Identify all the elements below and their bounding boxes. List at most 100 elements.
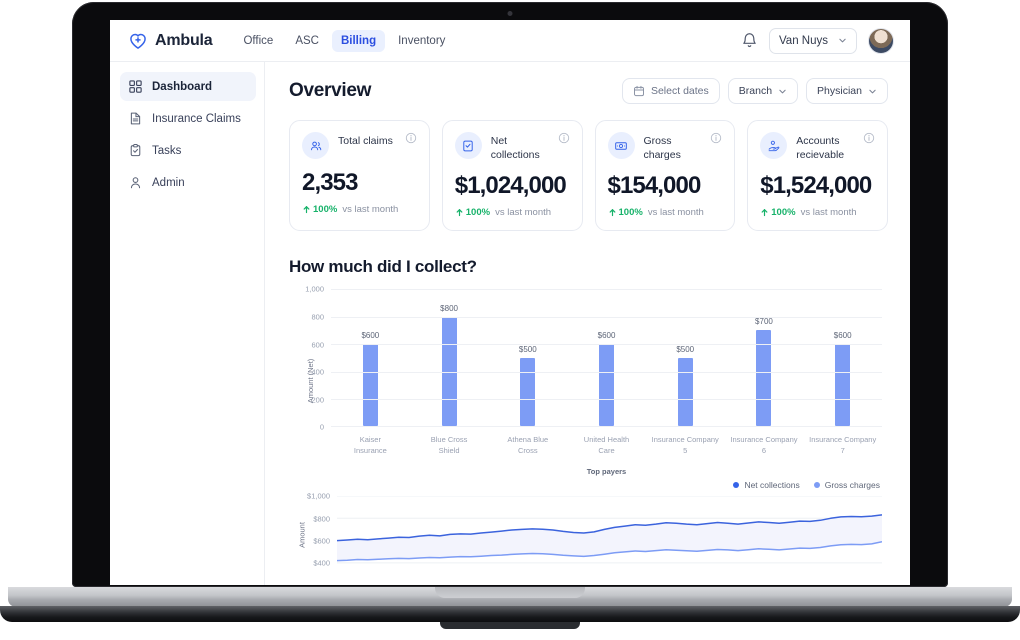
- bar-value-label: $600: [361, 331, 380, 341]
- bar-chart-y-tick: 200: [311, 395, 324, 405]
- sidebar-item-insurance-claims[interactable]: Insurance Claims: [120, 104, 256, 133]
- bar-chart-y-tick: 600: [311, 340, 324, 350]
- branch-filter-button[interactable]: Branch: [727, 78, 799, 104]
- user-avatar[interactable]: [868, 27, 894, 54]
- stat-card-delta: 100%: [302, 204, 337, 215]
- stat-card-delta-value: 100%: [465, 207, 491, 219]
- bar-chart-gridline: 800: [311, 312, 882, 321]
- bar-chart-x-axis-title: Top payers: [586, 467, 627, 477]
- stat-card-note: vs last month: [342, 204, 399, 215]
- stat-card-delta-value: 100%: [313, 204, 338, 215]
- notification-bell-icon[interactable]: [741, 32, 758, 49]
- bar-chart-y-tick: 400: [311, 367, 324, 377]
- page-title: Overview: [289, 80, 372, 101]
- sidebar-item-dashboard[interactable]: Dashboard: [120, 72, 256, 101]
- stat-card-delta: 100%: [760, 207, 796, 218]
- bar-chart-gridline: 0: [320, 423, 882, 432]
- bar[interactable]: $600: [361, 331, 379, 427]
- stat-card-footer: 100% vs last month: [455, 207, 570, 218]
- select-dates-label: Select dates: [650, 85, 709, 97]
- bar[interactable]: $500: [676, 345, 694, 427]
- legend-item-net-collections[interactable]: Net collections: [733, 480, 800, 491]
- sidebar-item-tasks[interactable]: Tasks: [120, 136, 256, 165]
- line-chart-y-axis-title: Amount: [297, 522, 307, 549]
- calendar-icon: [633, 85, 644, 97]
- stat-card-header: Total claims: [302, 132, 417, 159]
- arrow-up-icon: [456, 209, 463, 217]
- line-chart-y-tick: $1,000: [307, 491, 330, 501]
- sidebar-item-admin[interactable]: Admin: [120, 168, 256, 197]
- stat-card-accounts-receivable: Accounts recievable $1,524,000 100% vs l…: [747, 120, 888, 232]
- stat-card-note: vs last month: [647, 207, 704, 219]
- bar-chart-gridline: 200: [311, 395, 882, 404]
- nav-tab-asc[interactable]: ASC: [286, 30, 328, 52]
- stat-cards: Total claims 2,353 100% vs last month Ne…: [289, 120, 888, 232]
- bar[interactable]: $600: [598, 331, 615, 427]
- hand-money-icon: [760, 132, 788, 159]
- branch-filter-label: Branch: [738, 85, 773, 97]
- brand-name: Ambula: [155, 31, 213, 49]
- bar-cell: $500: [488, 289, 567, 427]
- physician-filter-button[interactable]: Physician: [806, 78, 888, 104]
- info-icon[interactable]: [558, 132, 570, 144]
- sidebar-item-label-insurance-claims: Insurance Claims: [152, 112, 241, 125]
- stat-card-delta: 100%: [455, 207, 490, 218]
- bar-chart-y-tick: 0: [319, 422, 324, 432]
- info-icon[interactable]: [405, 132, 417, 144]
- physician-filter-label: Physician: [817, 85, 862, 97]
- bar-cell: $600: [803, 289, 882, 427]
- arrow-up-icon: [761, 209, 768, 217]
- stat-card-delta: 100%: [608, 207, 643, 218]
- line-chart-y-tick: $400: [313, 558, 330, 568]
- laptop-foot: [440, 622, 580, 629]
- laptop-mockup: MacBook Pro Ambula Office ASC Billing In…: [0, 0, 1020, 640]
- bar-chart-gridline: 600: [311, 340, 882, 349]
- bar-chart-x-tick-label: Blue Cross Shield: [430, 434, 468, 456]
- bar-chart: Amount (Net) $600 $800 $500 $600 $500 $700 $60…: [289, 283, 888, 478]
- legend-item-gross-charges[interactable]: Gross charges: [813, 480, 880, 490]
- bar-chart-plot-area: $600 $800 $500 $600 $500 $700 $600 1,000 800 600…: [305, 285, 882, 432]
- brand-logo[interactable]: Ambula: [128, 31, 213, 51]
- bar-chart-y-tick: 1,000: [305, 284, 324, 294]
- nav-tab-office[interactable]: Office: [234, 30, 282, 52]
- line-chart-svg: [336, 495, 883, 564]
- document-icon: [130, 112, 141, 125]
- bar-value-label: $600: [597, 331, 616, 341]
- stat-card-header: Accounts recievable: [760, 132, 875, 162]
- bar-value-label: $500: [518, 344, 537, 354]
- bar-cell: $700: [725, 289, 804, 427]
- legend-label-net-collections: Net collections: [744, 480, 800, 491]
- sidebar: Dashboard Insurance Claims Tasks Admin: [110, 62, 265, 585]
- bar[interactable]: $600: [834, 331, 852, 427]
- stat-card-value: $1,024,000: [454, 172, 567, 200]
- branch-selector[interactable]: Van Nuys: [768, 27, 857, 54]
- stat-card-label: Net collections: [490, 135, 540, 162]
- bar-chart-x-tick-label: Insurance Company 5: [651, 434, 719, 456]
- chevron-down-icon: [779, 89, 786, 93]
- stat-card-footer: 100% vs last month: [302, 204, 417, 215]
- arrow-up-icon: [303, 206, 310, 214]
- info-icon[interactable]: [863, 132, 875, 144]
- select-dates-button[interactable]: Select dates: [621, 78, 720, 104]
- stat-card-header: Gross charges: [607, 132, 723, 162]
- grid-icon: [129, 80, 142, 93]
- bar-value-label: $700: [755, 317, 773, 327]
- topbar-actions: Van Nuys: [741, 27, 894, 54]
- chevron-down-icon: [869, 89, 876, 93]
- bar-value-label: $800: [440, 303, 458, 313]
- laptop-screen-bezel: MacBook Pro Ambula Office ASC Billing In…: [72, 2, 948, 588]
- bar[interactable]: $500: [519, 345, 537, 427]
- bar-chart-x-tick-label: Kaiser Insurance: [353, 434, 387, 456]
- legend-dot-gross-charges: [813, 482, 820, 489]
- nav-tab-inventory[interactable]: Inventory: [389, 30, 454, 52]
- bar-cell: $800: [410, 289, 489, 427]
- bar-chart-x-tick-label: Athena Blue Cross: [507, 434, 549, 456]
- bar-cell: $600: [567, 289, 646, 427]
- bar-chart-gridline: 400: [311, 368, 882, 377]
- info-icon[interactable]: [710, 132, 722, 144]
- bar-series: $600 $800 $500 $600 $500 $700 $600: [331, 289, 882, 427]
- nav-tab-billing[interactable]: Billing: [331, 29, 386, 52]
- laptop-base-notch: [435, 587, 585, 598]
- bar-chart-title: How much did I collect?: [289, 257, 477, 277]
- bar-value-label: $500: [676, 344, 695, 354]
